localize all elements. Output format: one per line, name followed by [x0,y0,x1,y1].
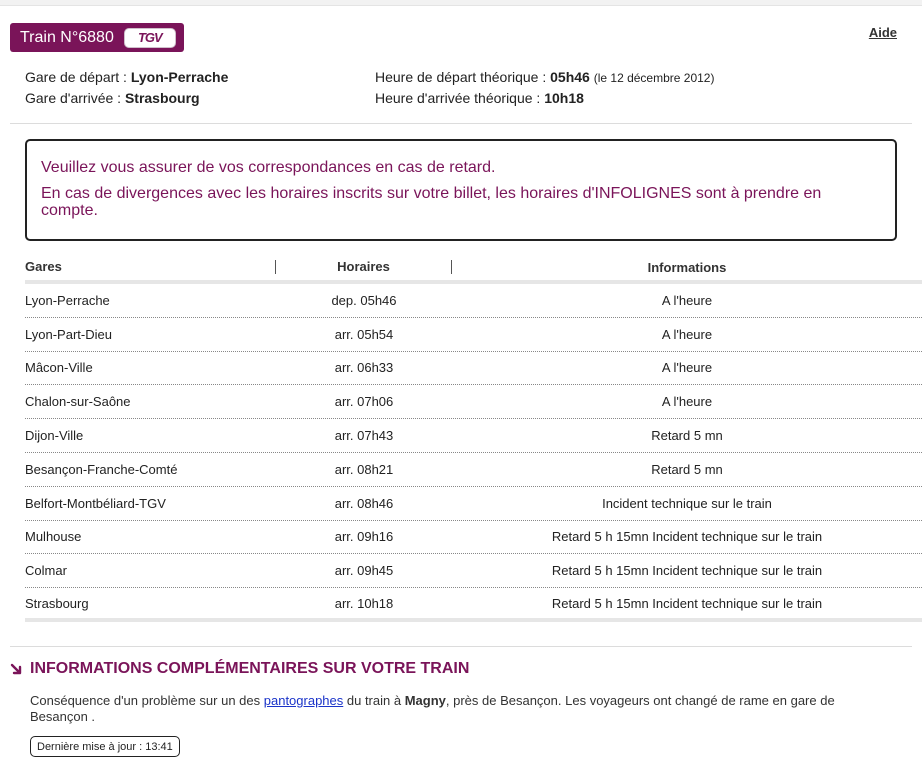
table-row: Besançon-Franche-Comté arr. 08h21 Retard 5… [25,453,922,487]
station-cell: Mulhouse [25,529,82,545]
train-number-label: Train N°6880 [20,28,114,46]
info-cell: Retard 5 h 15mn Incident technique sur l… [551,563,823,579]
table-row: Dijon-Ville arr. 07h43 Retard 5 mn [25,419,922,453]
extra-place: Magny [404,693,446,708]
station-cell: Lyon-Part-Dieu [25,326,112,342]
info-cell: Retard 5 mn [651,461,723,477]
time-cell: arr. 09h45 [334,563,394,579]
timetable: Gares Horaires Informations Lyon-Perrach… [25,254,922,622]
time-cell: dep. 05h46 [331,292,397,308]
departure-time-line: Heure de départ théorique : 05h46 (le 12… [375,69,714,85]
time-cell: arr. 08h21 [334,461,394,477]
info-cell: A l'heure [661,292,713,308]
station-cell: Chalon-sur-Saône [25,394,131,410]
info-cell: A l'heure [661,360,713,376]
table-row: Mâcon-Ville arr. 06h33 A l'heure [25,352,922,386]
station-cell: Strasbourg [25,595,89,611]
divider [10,646,912,647]
extra-info-title: INFORMATIONS COMPLÉMENTAIRES SUR VOTRE T… [10,660,469,678]
time-cell: arr. 07h43 [334,428,394,444]
departure-time-value: 05h46 [550,69,590,85]
departure-station-line: Gare de départ : Lyon-Perrache [25,69,228,85]
header-times: Horaires [276,260,452,274]
time-cell: arr. 09h16 [334,529,394,545]
train-number-badge: Train N°6880 TGV [10,23,184,52]
departure-station-value: Lyon-Perrache [130,69,229,85]
station-cell: Dijon-Ville [25,428,84,444]
station-cell: Besançon-Franche-Comté [25,461,178,477]
pantographes-link[interactable]: pantographes [264,693,344,708]
time-cell: arr. 05h54 [334,326,394,342]
table-row: Lyon-Part-Dieu arr. 05h54 A l'heure [25,318,922,352]
station-cell: Lyon-Perrache [25,292,110,308]
table-row: Chalon-sur-Saône arr. 07h06 A l'heure [25,385,922,420]
departure-date: (le 12 décembre 2012) [593,71,715,85]
info-cell: A l'heure [661,394,713,410]
extra-text-part: du train à [343,693,405,708]
table-row: Strasbourg arr. 10h18 Retard 5 h 15mn Inci… [25,588,922,622]
station-cell: Mâcon-Ville [25,360,93,376]
extra-info-title-text: INFORMATIONS COMPLÉMENTAIRES SUR VOTRE T… [30,660,470,677]
time-cell: arr. 07h06 [334,394,394,410]
tgv-logo: TGV [123,27,176,48]
info-cell: Retard 5 h 15mn Incident technique sur l… [551,595,823,611]
arrival-time-value: 10h18 [544,90,584,106]
time-cell: arr. 10h18 [334,595,394,611]
arrow-down-right-icon [10,663,24,676]
arrival-time-label: Heure d'arrivée théorique : [375,90,541,106]
departure-time-label: Heure de départ théorique : [375,69,547,85]
table-row: Colmar arr. 09h45 Retard 5 h 15mn Incident… [25,554,922,589]
warning-box: Veuillez vous assurer de vos corresponda… [25,139,897,241]
time-cell: arr. 06h33 [334,360,394,376]
table-row: Belfort-Montbéliard-TGV arr. 08h46 Inciden… [25,487,922,521]
divider [10,123,912,124]
station-cell: Belfort-Montbéliard-TGV [25,495,166,511]
time-cell: arr. 08h46 [334,495,394,511]
help-link[interactable]: Aide [869,25,897,40]
timetable-body: Lyon-Perrache dep. 05h46 A l'heure Lyon-Par… [25,284,922,622]
info-cell: A l'heure [661,326,713,342]
info-cell: Retard 5 h 15mn Incident technique sur l… [551,529,823,545]
arrival-time-line: Heure d'arrivée théorique : 10h18 [375,90,584,106]
info-cell: Retard 5 mn [651,428,723,444]
arrival-station-value: Strasbourg [124,90,200,106]
extra-text-part: Conséquence d'un problème sur un des [30,693,264,708]
departure-station-label: Gare de départ : [25,69,127,85]
warning-line-1: Veuillez vous assurer de vos corresponda… [41,159,496,176]
last-update-badge: Dernière mise à jour : 13:41 [30,736,180,757]
timetable-header: Gares Horaires Informations [25,254,922,284]
header-informations: Informations [647,259,727,275]
station-cell: Colmar [25,563,67,579]
arrival-station-line: Gare d'arrivée : Strasbourg [25,90,200,106]
extra-info-text: Conséquence d'un problème sur un des pan… [30,693,860,725]
table-row: Mulhouse arr. 09h16 Retard 5 h 15mn Incide… [25,521,922,555]
header-stations: Gares [25,260,276,274]
arrival-station-label: Gare d'arrivée : [25,90,122,106]
warning-line-2: En cas de divergences avec les horaires … [41,185,822,219]
info-cell: Incident technique sur le train [602,495,772,511]
top-rule [0,0,922,6]
table-row: Lyon-Perrache dep. 05h46 A l'heure [25,284,922,318]
